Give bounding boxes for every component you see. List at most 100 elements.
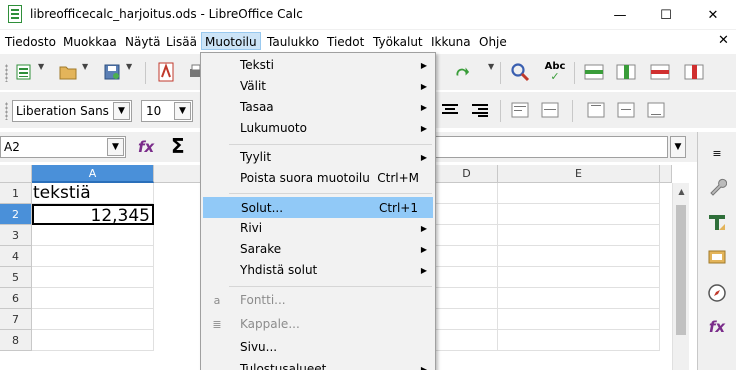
expand-formula-icon[interactable]: ▼ [670, 136, 686, 158]
properties-wrench-icon[interactable] [706, 176, 728, 198]
cell-e5[interactable] [498, 267, 660, 288]
column-header-b[interactable] [154, 165, 204, 183]
cell-d8[interactable] [436, 330, 498, 351]
close-document-icon[interactable]: ✕ [718, 33, 729, 48]
gallery-icon[interactable] [706, 246, 728, 268]
align-bottom-icon[interactable] [646, 100, 666, 120]
menu-item-rivi[interactable]: Rivi ▶ [203, 218, 433, 239]
menu-item-lukumuoto[interactable]: Lukumuoto ▶ [203, 118, 433, 139]
toolbar-grip[interactable] [5, 64, 8, 82]
menu-item-solut[interactable]: Solut... Ctrl+1 [203, 197, 433, 218]
open-dropdown-icon[interactable]: ▼ [82, 62, 88, 71]
menu-item-teksti[interactable]: Teksti ▶ [203, 55, 433, 76]
cell-d3[interactable] [436, 225, 498, 246]
name-box[interactable]: A2 ▼ [0, 136, 126, 158]
vertical-scrollbar[interactable]: ▲ [672, 183, 689, 370]
scrollbar-thumb[interactable] [676, 205, 686, 335]
menu-nayta[interactable]: Näytä [122, 33, 164, 51]
minimize-button[interactable]: — [597, 0, 643, 30]
function-wizard-icon[interactable]: fx [138, 138, 154, 156]
delete-column-icon[interactable] [684, 62, 704, 82]
navigator-compass-icon[interactable] [706, 282, 728, 304]
export-pdf-icon[interactable] [156, 62, 176, 82]
styles-icon[interactable] [706, 212, 728, 234]
cell-d6[interactable] [436, 288, 498, 309]
row-header-4[interactable]: 4 [0, 246, 32, 267]
column-header-d[interactable]: D [436, 165, 498, 183]
cell-e1[interactable] [498, 183, 660, 204]
delete-row-icon[interactable] [650, 62, 670, 82]
chevron-down-icon[interactable]: ▼ [107, 138, 124, 156]
cell-a5[interactable] [32, 267, 154, 288]
menu-item-yhdista-solut[interactable]: Yhdistä solut ▶ [203, 260, 433, 281]
menu-tyokalut[interactable]: Työkalut [370, 33, 426, 51]
menu-tiedosto[interactable]: Tiedosto [2, 33, 59, 51]
cell-e2[interactable] [498, 204, 660, 225]
maximize-button[interactable]: ☐ [643, 0, 689, 30]
new-spreadsheet-icon[interactable] [14, 62, 34, 82]
align-right-icon[interactable] [470, 100, 490, 120]
menu-tiedot[interactable]: Tiedot [324, 33, 367, 51]
cell-e6[interactable] [498, 288, 660, 309]
insert-column-icon[interactable] [616, 62, 636, 82]
close-window-button[interactable]: ✕ [690, 0, 736, 30]
cell-e8[interactable] [498, 330, 660, 351]
align-middle-icon[interactable] [616, 100, 636, 120]
row-header-6[interactable]: 6 [0, 288, 32, 309]
row-header-7[interactable]: 7 [0, 309, 32, 330]
select-all-corner[interactable] [0, 165, 32, 183]
sidebar-menu-icon[interactable]: ≡ [706, 142, 728, 164]
scroll-up-icon[interactable]: ▲ [673, 183, 690, 200]
align-top-icon[interactable] [586, 100, 606, 120]
menu-taulukko[interactable]: Taulukko [264, 33, 322, 51]
row-header-1[interactable]: 1 [0, 183, 32, 204]
spelling-icon[interactable]: Abc ✓ [542, 62, 568, 83]
menu-lisaa[interactable]: Lisää [163, 33, 200, 51]
cell-a3[interactable] [32, 225, 154, 246]
cell-e4[interactable] [498, 246, 660, 267]
row-header-8[interactable]: 8 [0, 330, 32, 351]
row-header-3[interactable]: 3 [0, 225, 32, 246]
insert-row-icon[interactable] [584, 62, 604, 82]
row-header-5[interactable]: 5 [0, 267, 32, 288]
font-name-box[interactable]: Liberation Sans ▼ [12, 100, 132, 122]
column-header-f[interactable] [660, 165, 672, 183]
align-center-icon[interactable] [440, 100, 460, 120]
cell-d7[interactable] [436, 309, 498, 330]
wrap-text-icon[interactable] [510, 100, 530, 120]
row-header-2[interactable]: 2 [0, 204, 32, 225]
cell-d4[interactable] [436, 246, 498, 267]
cell-a8[interactable] [32, 330, 154, 351]
menu-item-sarake[interactable]: Sarake ▶ [203, 239, 433, 260]
cell-d2[interactable] [436, 204, 498, 225]
cell-d1[interactable] [436, 183, 498, 204]
cell-a1[interactable]: tekstiä [32, 183, 154, 204]
find-replace-icon[interactable] [510, 62, 530, 82]
column-header-e[interactable]: E [498, 165, 660, 183]
cell-a2[interactable]: 12,345 [32, 204, 154, 226]
new-dropdown-icon[interactable]: ▼ [38, 62, 44, 71]
column-header-a[interactable]: A [32, 165, 154, 183]
menu-muotoilu[interactable]: Muotoilu [201, 32, 261, 50]
cell-a6[interactable] [32, 288, 154, 309]
save-icon[interactable] [102, 62, 122, 82]
cell-e3[interactable] [498, 225, 660, 246]
menu-item-tasaa[interactable]: Tasaa ▶ [203, 97, 433, 118]
menu-item-tulostusalueet[interactable]: Tulostusalueet ▶ [203, 359, 433, 370]
redo-icon[interactable] [454, 62, 470, 82]
menu-item-valit[interactable]: Välit ▶ [203, 76, 433, 97]
cell-a4[interactable] [32, 246, 154, 267]
menu-ohje[interactable]: Ohje [476, 33, 510, 51]
sum-icon[interactable]: Σ [171, 134, 185, 158]
menu-item-tyylit[interactable]: Tyylit ▶ [203, 147, 433, 168]
menu-ikkuna[interactable]: Ikkuna [428, 33, 474, 51]
chevron-down-icon[interactable]: ▼ [174, 102, 191, 120]
menu-muokkaa[interactable]: Muokkaa [60, 33, 120, 51]
formula-input[interactable] [434, 136, 668, 158]
font-size-box[interactable]: 10 ▼ [141, 100, 193, 122]
merge-cells-icon[interactable] [540, 100, 560, 120]
cell-e7[interactable] [498, 309, 660, 330]
cell-a7[interactable] [32, 309, 154, 330]
toolbar-grip[interactable] [5, 102, 8, 120]
cell-d5[interactable] [436, 267, 498, 288]
